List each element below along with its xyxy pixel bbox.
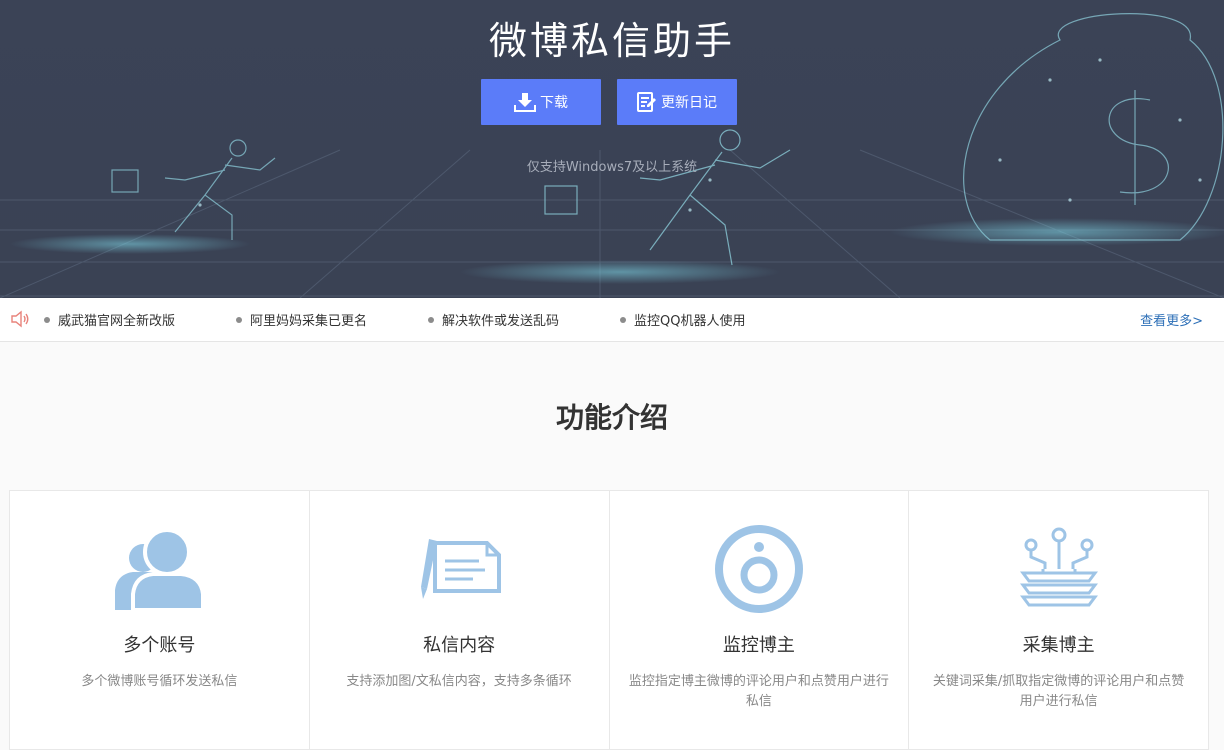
page-title: 微博私信助手: [488, 19, 735, 63]
feature-card-title: 采集博主: [1022, 635, 1095, 656]
feature-card-desc: 关键词采集/抓取指定微博的评论用户和点赞用户进行私信: [932, 674, 1185, 709]
bullet-dot: [44, 316, 50, 323]
feature-card-message: 私信内容 支持添加图/文私信内容，支持多条循环: [310, 491, 610, 749]
features-section-title: 功能介绍: [555, 401, 668, 434]
view-more-link[interactable]: 查看更多>: [1140, 310, 1203, 329]
download-button[interactable]: 下载: [481, 79, 601, 125]
news-item[interactable]: 阿里妈妈采集已更名: [236, 310, 367, 329]
news-item[interactable]: 监控QQ机器人使用: [620, 310, 745, 329]
users-icon: [111, 521, 207, 617]
download-button-label: 下载: [540, 95, 568, 111]
feature-card-desc: 支持添加图/文私信内容，支持多条循环: [346, 674, 572, 689]
news-item-label: 解决软件或发送乱码: [442, 314, 560, 329]
news-bar: 威武猫官网全新改版 阿里妈妈采集已更名 解决软件或发送乱码 监控QQ机器人使用 …: [0, 298, 1224, 342]
system-requirement-note: 仅支持Windows7及以上系统: [526, 160, 698, 175]
news-item-label: 阿里妈妈采集已更名: [250, 314, 368, 329]
feature-card-desc: 多个微博账号循环发送私信: [81, 674, 238, 689]
news-item-label: 威武猫官网全新改版: [58, 314, 176, 329]
collect-layers-icon: [1011, 521, 1107, 617]
edit-note-icon: [637, 92, 657, 112]
news-item-label: 监控QQ机器人使用: [634, 314, 746, 329]
speaker-icon: [10, 310, 30, 332]
feature-card-accounts: 多个账号 多个微博账号循环发送私信: [10, 491, 310, 749]
monitor-target-icon: [711, 521, 807, 617]
news-item[interactable]: 威武猫官网全新改版: [44, 310, 175, 329]
bullet-dot: [236, 316, 242, 323]
message-edit-icon: [411, 521, 507, 617]
bullet-dot: [428, 316, 434, 323]
download-icon: [514, 92, 536, 112]
feature-card-desc: 监控指定博主微博的评论用户和点赞用户进行私信: [628, 674, 889, 709]
news-item[interactable]: 解决软件或发送乱码: [428, 310, 559, 329]
changelog-button[interactable]: 更新日记: [617, 79, 737, 125]
feature-card-title: 监控博主: [722, 635, 795, 656]
feature-card-monitor: 监控博主 监控指定博主微博的评论用户和点赞用户进行私信: [610, 491, 910, 749]
feature-cards: 多个账号 多个微博账号循环发送私信 私信内容 支持添加图/文私信内容，支持多条循…: [9, 490, 1209, 750]
feature-card-title: 多个账号: [123, 635, 196, 656]
feature-card-title: 私信内容: [423, 635, 496, 656]
feature-card-collect: 采集博主 关键词采集/抓取指定微博的评论用户和点赞用户进行私信: [909, 491, 1208, 749]
changelog-button-label: 更新日记: [661, 95, 717, 111]
hero-banner: 微博私信助手 下载 更新日记 仅支持Windows7及以上系统: [0, 0, 1224, 298]
bullet-dot: [620, 316, 626, 323]
